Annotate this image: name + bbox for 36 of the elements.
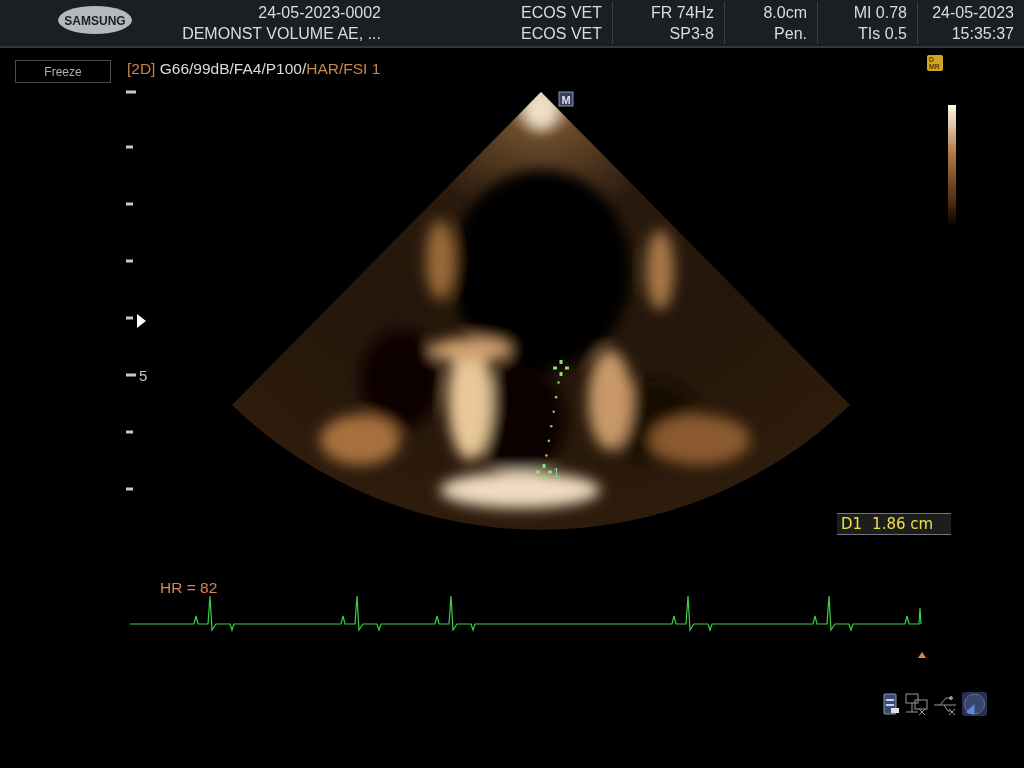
usb-icon [933,696,957,716]
caliper-label: 1 [553,466,560,480]
header-value: 15:35:37 [951,24,1014,44]
caliper-cursor-icon [536,464,552,480]
header-value: MI 0.78 [853,3,907,23]
depth-tick [126,202,133,206]
depth-tick [126,373,136,377]
measurement-result: D1 1.86 cm [837,513,951,535]
caliper-cursor-icon [553,360,569,376]
focus-marker-icon [137,314,146,328]
depth-tick [126,145,133,149]
header-value: ECOS VET [521,24,602,44]
freeze-button[interactable]: Freeze [15,60,111,83]
depth-label: 5 [139,367,148,384]
header-value: ECOS VET [521,3,602,23]
depth-tick [126,90,136,94]
storage-icon [883,693,899,715]
patient-name: DEMONST VOLUME AE, ... [182,24,381,44]
header-value: Pen. [774,24,807,44]
header-value: FR 74Hz [650,3,714,23]
probe-orientation-marker: M [558,91,574,107]
heart-rate: HR = 82 [160,579,218,597]
depth-tick [126,487,133,491]
header-value: 24-05-2023 [932,3,1014,23]
network-icon [905,693,928,716]
logo: SAMSUNG [57,4,133,36]
depth-tick [126,259,133,263]
scan-dial-icon [962,692,987,716]
depth-tick [126,430,133,434]
patient-id: 24-05-2023-0002 [258,3,381,23]
ecg-marker-icon [918,652,926,658]
imaging-parameters: [2D] G66/99dB/FA4/P100/HAR/FSI 1 [127,59,381,78]
header-value: SP3-8 [669,24,714,44]
header-value: TIs 0.5 [858,24,907,44]
header-value: 8.0cm [763,3,807,23]
depth-tick [126,316,133,320]
